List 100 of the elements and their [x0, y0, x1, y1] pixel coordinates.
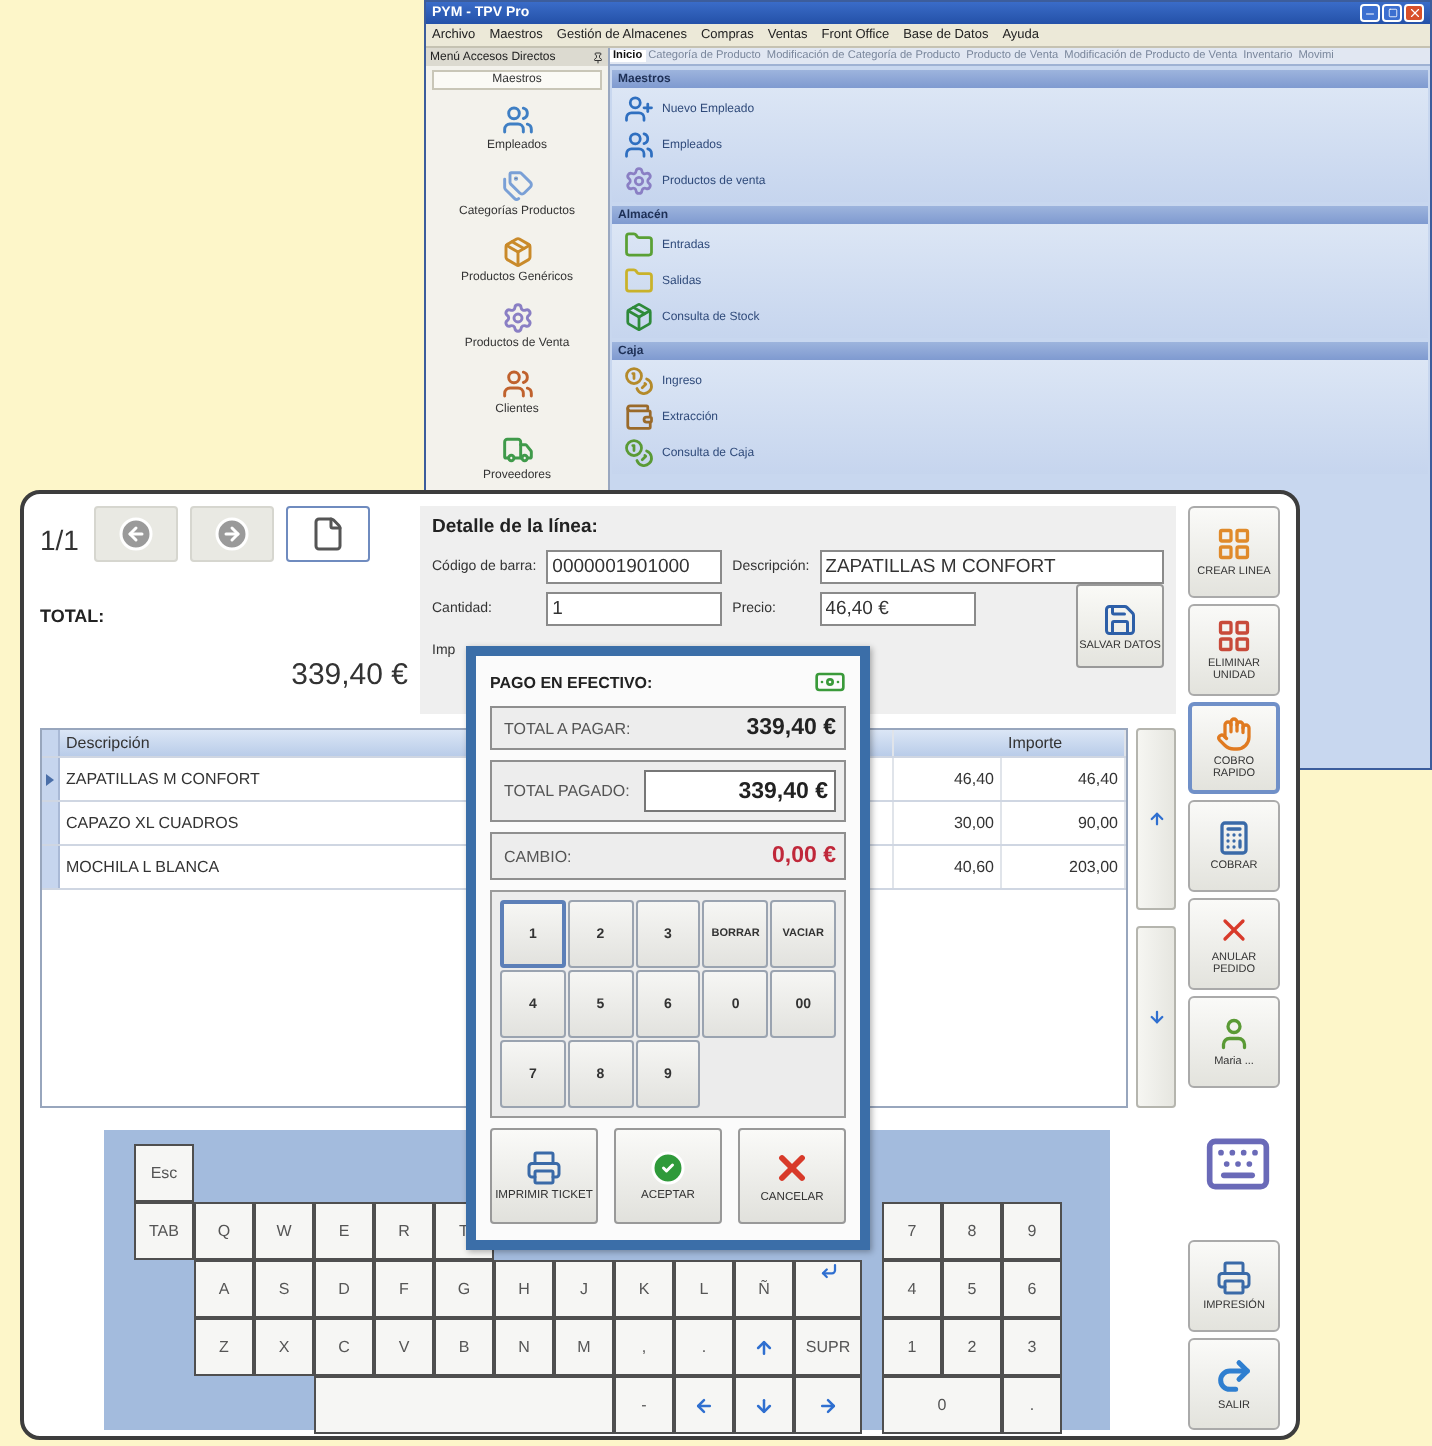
- curved-arrow-icon: [1214, 1355, 1254, 1396]
- check-icon: [650, 1150, 686, 1186]
- document-icon: [310, 516, 347, 552]
- keyboard-key[interactable]: 8: [942, 1202, 1002, 1260]
- grid-icon: [1216, 617, 1252, 654]
- printer-icon: [526, 1150, 562, 1186]
- keyboard-key[interactable]: .: [674, 1318, 734, 1376]
- maximize-icon: [1387, 8, 1397, 18]
- total-amount: 339,40 €: [291, 658, 408, 692]
- box-icon: [501, 235, 533, 267]
- keyboard-key[interactable]: Q: [194, 1202, 254, 1260]
- next-button[interactable]: [190, 506, 275, 562]
- coins-icon: [624, 438, 654, 468]
- arrow-up-icon: [1147, 810, 1165, 828]
- keyboard-key[interactable]: 7: [882, 1202, 942, 1260]
- column-header: Importe: [1002, 730, 1126, 756]
- keyboard-key[interactable]: 9: [1002, 1202, 1062, 1260]
- box-icon: [624, 302, 654, 332]
- arrow-down-icon: [754, 1395, 774, 1415]
- keyboard-key[interactable]: 2: [942, 1318, 1002, 1376]
- close-button[interactable]: [1404, 4, 1424, 22]
- keyboard-key[interactable]: D: [314, 1260, 374, 1318]
- arrow-right-icon: [818, 1395, 838, 1415]
- keyboard-key[interactable]: 6: [1002, 1260, 1062, 1318]
- arrow-key[interactable]: [674, 1376, 734, 1434]
- users-icon: [624, 130, 654, 160]
- input-field[interactable]: 46,40 €: [819, 592, 976, 626]
- table-cell: 203,00: [1002, 846, 1126, 888]
- dialog-title: PAGO EN EFECTIVO:: [490, 673, 653, 691]
- arrow-up-icon: [754, 1337, 774, 1357]
- user-plus-icon: [624, 94, 654, 124]
- keyboard-key[interactable]: G: [434, 1260, 494, 1318]
- folder-icon: [624, 230, 654, 260]
- keyboard-key[interactable]: Z: [194, 1318, 254, 1376]
- keyboard-key[interactable]: Ñ: [734, 1260, 794, 1318]
- keyboard-key[interactable]: H: [494, 1260, 554, 1318]
- amount-input[interactable]: 339,40 €: [644, 770, 836, 812]
- keyboard-key[interactable]: K: [614, 1260, 674, 1318]
- keyboard-key[interactable]: SUPR: [794, 1318, 862, 1376]
- folder-icon: [624, 266, 654, 296]
- keyboard-key[interactable]: M: [554, 1318, 614, 1376]
- enter-key[interactable]: [794, 1260, 862, 1318]
- keyboard-key[interactable]: J: [554, 1260, 614, 1318]
- keyboard-key[interactable]: .: [1002, 1376, 1062, 1434]
- users-icon: [501, 367, 533, 399]
- arrow-key[interactable]: [734, 1376, 794, 1434]
- table-cell: 30,00: [894, 802, 1002, 844]
- keyboard-key[interactable]: E: [314, 1202, 374, 1260]
- keyboard-key[interactable]: A: [194, 1260, 254, 1318]
- keyboard-key[interactable]: B: [434, 1318, 494, 1376]
- table-cell: 46,40: [1002, 758, 1126, 800]
- gear-icon: [624, 166, 654, 196]
- input-field[interactable]: 1: [546, 592, 723, 626]
- table-cell: 40,60: [894, 846, 1002, 888]
- arrow-left-icon: [694, 1395, 714, 1415]
- keyboard-key[interactable]: X: [254, 1318, 314, 1376]
- input-field[interactable]: 0000001901000: [546, 550, 723, 584]
- row-label: CAMBIO:: [504, 847, 572, 865]
- arrow-key[interactable]: [794, 1376, 862, 1434]
- arrow-key[interactable]: [734, 1318, 794, 1376]
- keyboard-key[interactable]: 4: [882, 1260, 942, 1318]
- total-label: TOTAL:: [40, 606, 107, 626]
- table-cell: 46,40: [894, 758, 1002, 800]
- keyboard-key[interactable]: Esc: [134, 1144, 194, 1202]
- keyboard-key[interactable]: 1: [882, 1318, 942, 1376]
- truck-icon: [501, 433, 533, 465]
- arrow-down-icon: [1147, 1008, 1165, 1026]
- keyboard-key[interactable]: TAB: [134, 1202, 194, 1260]
- previous-button[interactable]: [94, 506, 179, 562]
- minimize-button[interactable]: [1360, 4, 1380, 22]
- tags-icon: [501, 169, 533, 201]
- hand-icon: [1216, 715, 1252, 752]
- keyboard-key[interactable]: 3: [1002, 1318, 1062, 1376]
- row-pointer-icon: [46, 773, 54, 785]
- keyboard-key[interactable]: F: [374, 1260, 434, 1318]
- enter-icon: [819, 1262, 837, 1280]
- minimize-icon: [1364, 7, 1376, 19]
- keyboard-key[interactable]: 0: [882, 1376, 1002, 1434]
- space-key[interactable]: [314, 1376, 614, 1434]
- panel-title: Detalle de la línea:: [432, 516, 600, 538]
- pin-icon[interactable]: [592, 51, 604, 63]
- keyboard-key[interactable]: 5: [942, 1260, 1002, 1318]
- maximize-button[interactable]: [1382, 4, 1402, 22]
- coins-icon: [624, 366, 654, 396]
- keyboard-key[interactable]: C: [314, 1318, 374, 1376]
- keyboard-key[interactable]: -: [614, 1376, 674, 1434]
- keyboard-key[interactable]: W: [254, 1202, 314, 1260]
- page-counter: 1/1: [40, 524, 79, 556]
- keyboard-key[interactable]: ,: [614, 1318, 674, 1376]
- keyboard-key[interactable]: R: [374, 1202, 434, 1260]
- keyboard-key[interactable]: S: [254, 1260, 314, 1318]
- person-icon: [1216, 1015, 1252, 1052]
- gear-icon: [501, 301, 533, 333]
- input-field[interactable]: ZAPATILLAS M CONFORT: [819, 550, 1164, 584]
- keyboard-key[interactable]: L: [674, 1260, 734, 1318]
- keyboard-key[interactable]: V: [374, 1318, 434, 1376]
- keyboard-key[interactable]: N: [494, 1318, 554, 1376]
- grid-icon: [1216, 525, 1252, 562]
- new-document-button[interactable]: [286, 506, 371, 562]
- table-cell: 90,00: [1002, 802, 1126, 844]
